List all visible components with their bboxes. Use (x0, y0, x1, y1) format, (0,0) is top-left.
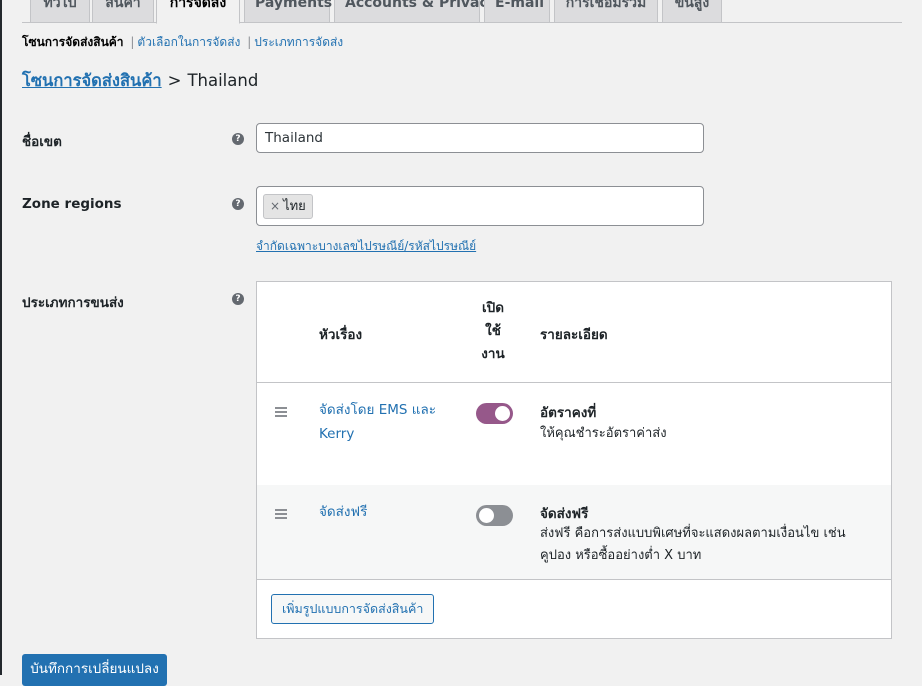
settings-tabs: ทั่วไป สินค้า การจัดส่ง Payments Account… (22, 0, 902, 24)
method-description: ให้คุณชำระอัตราค่าส่ง (540, 423, 870, 445)
tab-shipping[interactable]: การจัดส่ง (156, 0, 240, 24)
subnav-separator: | (130, 35, 135, 49)
save-changes-button[interactable]: บันทึกการเปลี่ยนแปลง (22, 654, 167, 686)
subnav-separator: | (247, 35, 252, 49)
drag-handle-icon[interactable] (275, 407, 287, 419)
toggle-knob (495, 406, 510, 421)
column-enabled-line: เปิด (482, 300, 504, 316)
table-row: จัดส่งโดย EMS และ Kerry อัตราคงที่ ให้คุ… (257, 383, 891, 485)
breadcrumb-current: Thailand (187, 71, 259, 90)
method-description-line: ส่งฟรี คือการส่งแบบพิเศษที่จะแสดงผลตามเง… (540, 526, 846, 541)
column-enabled-header: เปิด ใช้ งาน (473, 297, 513, 366)
zone-name-label: ชื่อเขต (22, 134, 62, 150)
toggle-knob (479, 508, 494, 523)
method-description: ส่งฟรี คือการส่งแบบพิเศษที่จะแสดงผลตามเง… (540, 523, 870, 567)
region-chip-label: ไทย (283, 199, 306, 214)
help-icon[interactable]: ? (232, 198, 244, 210)
column-description-header: รายละเอียด (540, 327, 608, 343)
table-row: จัดส่งฟรี จัดส่งฟรี ส่งฟรี คือการส่งแบบพ… (257, 485, 891, 579)
method-type-title: จัดส่งฟรี (540, 506, 589, 522)
page-title: โซนการจัดส่งสินค้า > Thailand (22, 68, 258, 94)
method-title-line: จัดส่งฟรี (319, 504, 368, 520)
tab-products[interactable]: สินค้า (92, 0, 154, 23)
zone-regions-label: Zone regions (22, 196, 122, 212)
method-title-line: Kerry (319, 426, 355, 442)
column-title-header: หัวเรื่อง (319, 327, 363, 343)
subnav-shipping-zones[interactable]: โซนการจัดส่งสินค้า (22, 35, 124, 49)
admin-sidebar-edge (0, 0, 2, 675)
table-header: หัวเรื่อง เปิด ใช้ งาน รายละเอียด (257, 282, 891, 383)
breadcrumb-separator: > (167, 71, 182, 90)
tab-payments[interactable]: Payments (244, 0, 332, 23)
column-enabled-line: งาน (481, 346, 505, 362)
method-title-link[interactable]: จัดส่งโดย EMS และ Kerry (319, 398, 449, 446)
method-enabled-toggle[interactable] (476, 505, 513, 526)
tab-accounts-privacy[interactable]: Accounts & Privacy (334, 0, 497, 23)
drag-handle-icon[interactable] (275, 509, 287, 521)
tab-integration[interactable]: การเชื่อมรวม (554, 0, 658, 23)
shipping-methods-label: ประเภทการขนส่ง (22, 295, 124, 311)
tab-email[interactable]: E-mail (484, 0, 550, 23)
add-shipping-method-button[interactable]: เพิ่มรูปแบบการจัดส่งสินค้า (271, 594, 435, 624)
method-type-title: อัตราคงที่ (540, 405, 597, 421)
column-enabled-line: ใช้ (485, 323, 501, 339)
method-title-line: จัดส่งโดย EMS และ (319, 402, 436, 418)
help-icon[interactable]: ? (232, 293, 244, 305)
zone-name-input[interactable]: Thailand (256, 123, 704, 153)
limit-postcodes-link[interactable]: จำกัดเฉพาะบางเลขไปรษณีย์/รหัสไปรษณีย์ (256, 237, 476, 256)
table-footer: เพิ่มรูปแบบการจัดส่งสินค้า (257, 579, 891, 638)
method-title-link[interactable]: จัดส่งฟรี (319, 500, 449, 524)
method-description-line: คูปอง หรือซื้ออย่างต่ำ X บาท (540, 548, 702, 563)
subnav-shipping-options[interactable]: ตัวเลือกในการจัดส่ง (137, 35, 240, 49)
shipping-methods-table: หัวเรื่อง เปิด ใช้ งาน รายละเอียด จัดส่ง… (256, 281, 892, 639)
method-enabled-toggle[interactable] (476, 403, 513, 424)
subnav-shipping-classes[interactable]: ประเภทการจัดส่ง (254, 35, 343, 49)
tab-advanced[interactable]: ขั้นสูง (662, 0, 722, 23)
region-chip: × ไทย (263, 194, 313, 219)
method-description-line: ให้คุณชำระอัตราค่าส่ง (540, 426, 667, 441)
shipping-subnav: โซนการจัดส่งสินค้า | ตัวเลือกในการจัดส่ง … (22, 33, 343, 52)
zone-regions-select[interactable]: × ไทย (256, 186, 704, 226)
tab-general[interactable]: ทั่วไป (30, 0, 90, 23)
remove-chip-icon[interactable]: × (270, 199, 280, 213)
help-icon[interactable]: ? (232, 133, 244, 145)
breadcrumb-zones-link[interactable]: โซนการจัดส่งสินค้า (22, 71, 162, 90)
